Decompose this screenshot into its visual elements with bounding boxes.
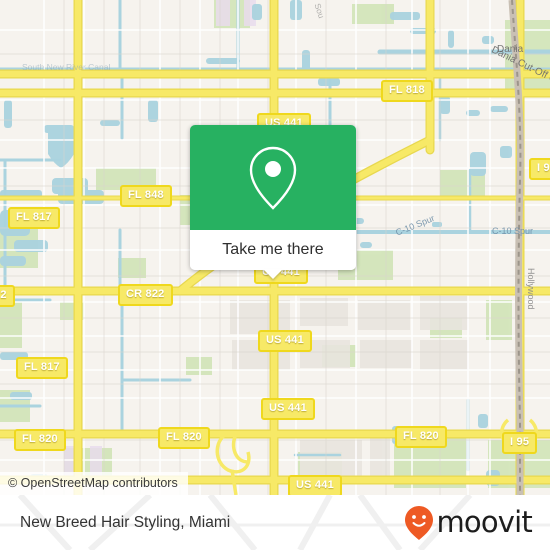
place-title: New Breed Hair Styling, Miami [20, 513, 231, 531]
map-attribution[interactable]: © OpenStreetMap contributors [0, 472, 188, 495]
water-label-c10-spur-right: C-10 Spur [492, 226, 534, 236]
road-shield-fl-820-right[interactable]: FL 820 [395, 426, 447, 448]
road-shield-fl-817-upper[interactable]: FL 817 [8, 207, 60, 229]
card-image-area [190, 125, 356, 230]
road-shield-fl-817-lower[interactable]: FL 817 [16, 357, 68, 379]
water-label-south-new-river-canal: South New River Canal [22, 62, 111, 72]
road-shield-fl-820-mid[interactable]: FL 820 [158, 427, 210, 449]
take-me-there-card[interactable]: Take me there [190, 125, 356, 279]
map-pin-icon [249, 146, 297, 210]
road-shield-i-95-upper[interactable]: I 95 [529, 158, 550, 180]
footer-bar: New Breed Hair Styling, Miami moovit [0, 495, 550, 550]
road-shield-fl-820-left[interactable]: FL 820 [14, 429, 66, 451]
card-pointer-tail [263, 269, 283, 279]
road-shield-us-441-bottom[interactable]: US 441 [288, 475, 342, 495]
road-shield-fl-818[interactable]: FL 818 [381, 80, 433, 102]
road-shield-fl-848[interactable]: FL 848 [120, 185, 172, 207]
road-shield-22-clipped[interactable]: 22 [0, 285, 15, 307]
road-shield-us-441-fourth[interactable]: US 441 [261, 398, 315, 420]
take-me-there-label: Take me there [222, 241, 324, 258]
water-label-hollywood: Hollywood [526, 268, 536, 310]
road-shield-i-95-lower[interactable]: I 95 [502, 432, 538, 454]
moovit-pin-smiley-icon [405, 505, 434, 540]
map-canvas[interactable]: South New River Canal Dania Dania Cut-Of… [0, 0, 550, 495]
moovit-logo[interactable]: moovit [404, 505, 533, 541]
moovit-wordmark: moovit [436, 505, 532, 539]
road-shield-us-441-third[interactable]: US 441 [258, 330, 312, 352]
map-screenshot-root: South New River Canal Dania Dania Cut-Of… [0, 0, 550, 550]
road-shield-cr-822[interactable]: CR 822 [118, 284, 173, 306]
card-action-area[interactable]: Take me there [190, 230, 356, 279]
